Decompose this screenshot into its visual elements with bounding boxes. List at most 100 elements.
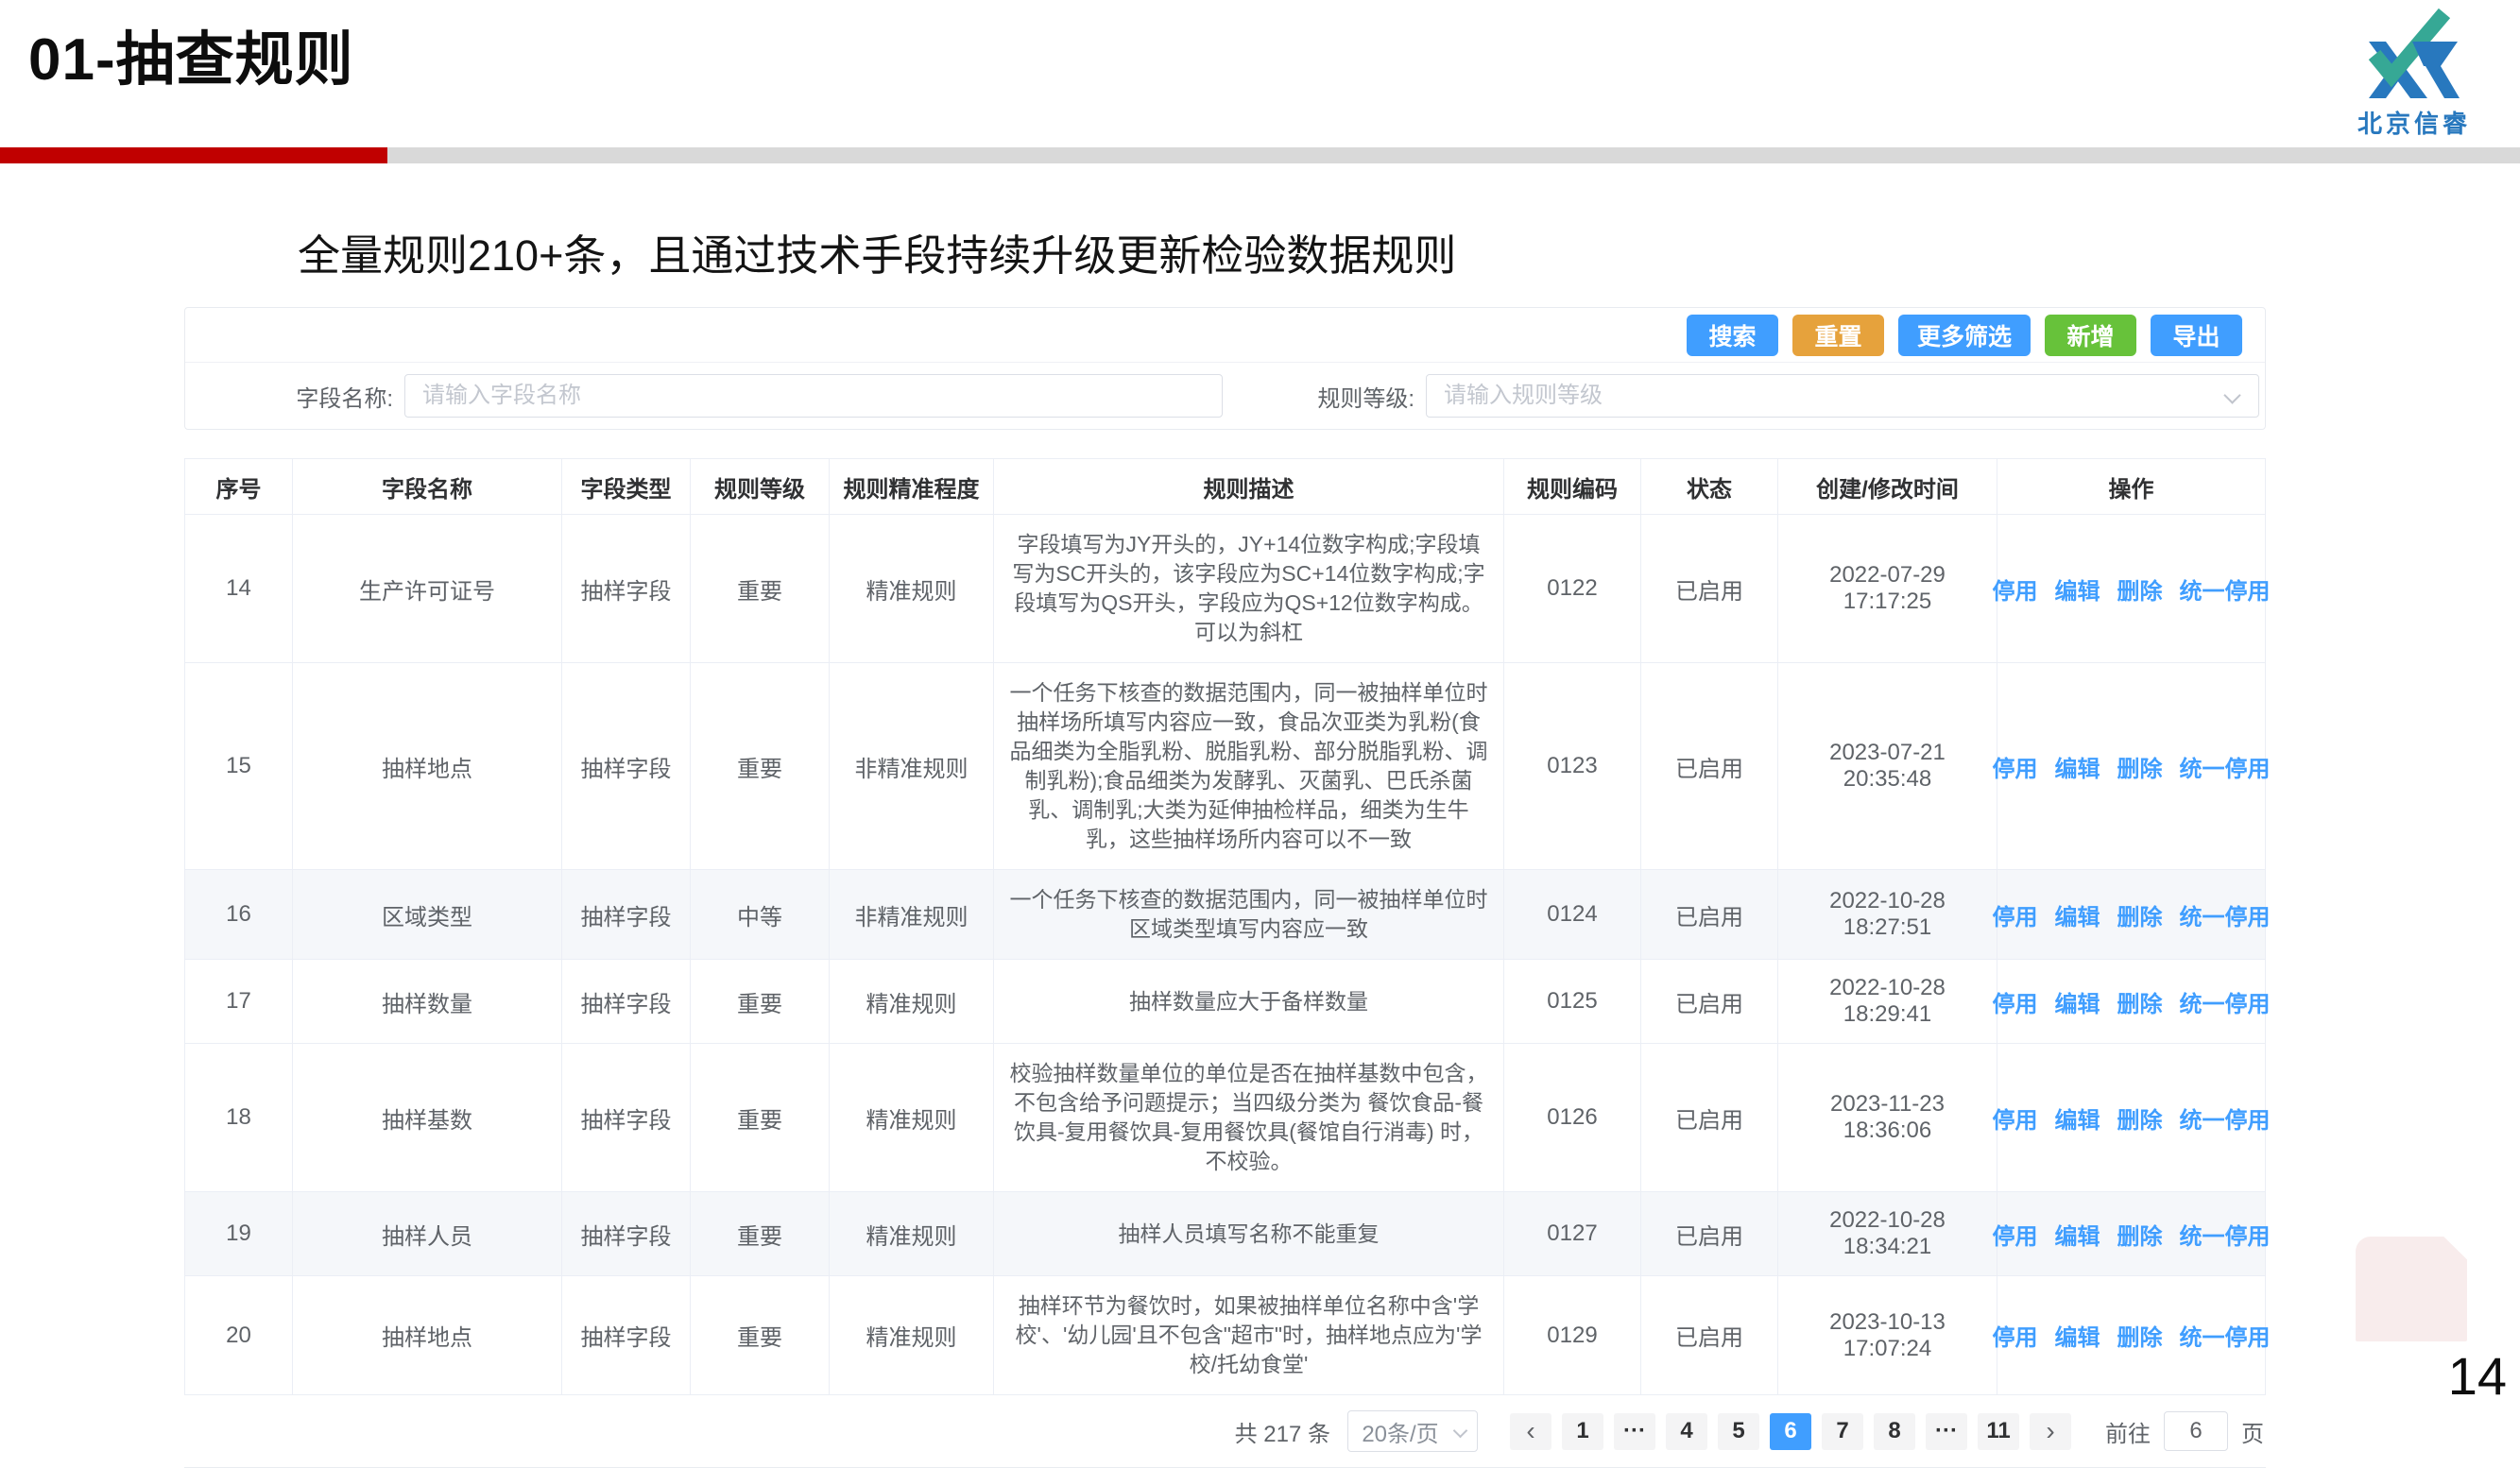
goto-page: 前往 页 bbox=[2105, 1411, 2264, 1451]
field-name-input[interactable] bbox=[404, 374, 1223, 418]
cell-precision: 精准规则 bbox=[830, 1044, 994, 1191]
page-button-8[interactable]: 8 bbox=[1874, 1413, 1915, 1450]
cell-status: 已启用 bbox=[1641, 515, 1778, 662]
rule-level-select[interactable] bbox=[1426, 374, 2259, 418]
action-delete-link[interactable]: 删除 bbox=[2117, 1218, 2163, 1251]
page-more-button[interactable]: ··· bbox=[1614, 1413, 1655, 1450]
cell-actions: 停用编辑删除统一停用 bbox=[1997, 663, 2265, 869]
cell-precision: 非精准规则 bbox=[830, 870, 994, 959]
action-edit-link[interactable]: 编辑 bbox=[2055, 985, 2100, 1018]
action-delete-link[interactable]: 删除 bbox=[2117, 898, 2163, 931]
cell-desc: 抽样数量应大于备样数量 bbox=[994, 960, 1504, 1043]
action-disable-link[interactable]: 停用 bbox=[1993, 1319, 2038, 1352]
page-button-5[interactable]: 5 bbox=[1718, 1413, 1759, 1450]
cell-code: 0122 bbox=[1504, 515, 1641, 662]
page-button-4[interactable]: 4 bbox=[1666, 1413, 1707, 1450]
action-delete-link[interactable]: 删除 bbox=[2117, 1319, 2163, 1352]
action-delete-link[interactable]: 删除 bbox=[2117, 1101, 2163, 1135]
cell-time: 2022-07-29 17:17:25 bbox=[1778, 515, 1997, 662]
action-disable-link[interactable]: 停用 bbox=[1993, 985, 2038, 1018]
next-page-button[interactable]: › bbox=[2030, 1413, 2071, 1450]
toolbar-button-4[interactable]: 新增 bbox=[2045, 315, 2136, 356]
cell-actions: 停用编辑删除统一停用 bbox=[1997, 1276, 2265, 1394]
action-disable-link[interactable]: 停用 bbox=[1993, 750, 2038, 783]
pager-pages: 1 ··· 45678 ··· 11 bbox=[1562, 1413, 2019, 1450]
cell-no: 14 bbox=[185, 515, 293, 662]
action-disable-link[interactable]: 停用 bbox=[1993, 1218, 2038, 1251]
cell-desc: 字段填写为JY开头的，JY+14位数字构成;字段填写为SC开头的，该字段应为SC… bbox=[994, 515, 1504, 662]
action-edit-link[interactable]: 编辑 bbox=[2055, 1101, 2100, 1135]
action-edit-link[interactable]: 编辑 bbox=[2055, 1218, 2100, 1251]
action-edit-link[interactable]: 编辑 bbox=[2055, 572, 2100, 606]
toolbar-button-5[interactable]: 导出 bbox=[2151, 315, 2242, 356]
toolbar-buttons: 搜索重置更多筛选新增导出 bbox=[185, 308, 2265, 363]
cell-no: 16 bbox=[185, 870, 293, 959]
cell-level: 重要 bbox=[691, 1192, 830, 1275]
page-more-button[interactable]: ··· bbox=[1926, 1413, 1967, 1450]
company-logo: 北京信睿 bbox=[2343, 8, 2485, 140]
goto-page-input[interactable] bbox=[2164, 1411, 2228, 1451]
page-button-7[interactable]: 7 bbox=[1822, 1413, 1863, 1450]
cell-type: 抽样字段 bbox=[562, 960, 691, 1043]
cell-status: 已启用 bbox=[1641, 1192, 1778, 1275]
cell-precision: 精准规则 bbox=[830, 515, 994, 662]
action-batch-disable-link[interactable]: 统一停用 bbox=[2180, 750, 2271, 783]
table-row: 17抽样数量抽样字段重要精准规则抽样数量应大于备样数量0125已启用2022-1… bbox=[185, 960, 2265, 1044]
action-disable-link[interactable]: 停用 bbox=[1993, 1101, 2038, 1135]
slide-number: 14 bbox=[2448, 1345, 2507, 1407]
cell-precision: 精准规则 bbox=[830, 1276, 994, 1394]
field-name-label: 字段名称: bbox=[284, 380, 393, 413]
cell-code: 0127 bbox=[1504, 1192, 1641, 1275]
column-header: 规则等级 bbox=[691, 459, 830, 514]
page-button-1[interactable]: 1 bbox=[1562, 1413, 1603, 1450]
cell-precision: 精准规则 bbox=[830, 960, 994, 1043]
action-batch-disable-link[interactable]: 统一停用 bbox=[2180, 1319, 2271, 1352]
cell-level: 中等 bbox=[691, 870, 830, 959]
cell-desc: 抽样环节为餐饮时，如果被抽样单位名称中含'学校'、'幼儿园'且不包含"超市"时，… bbox=[994, 1276, 1504, 1394]
action-batch-disable-link[interactable]: 统一停用 bbox=[2180, 898, 2271, 931]
table-row: 16区域类型抽样字段中等非精准规则一个任务下核查的数据范围内，同一被抽样单位时区… bbox=[185, 870, 2265, 960]
cell-desc: 校验抽样数量单位的单位是否在抽样基数中包含，不包含给予问题提示；当四级分类为 餐… bbox=[994, 1044, 1504, 1191]
column-header: 规则描述 bbox=[994, 459, 1504, 514]
cell-code: 0123 bbox=[1504, 663, 1641, 869]
table-row: 20抽样地点抽样字段重要精准规则抽样环节为餐饮时，如果被抽样单位名称中含'学校'… bbox=[185, 1276, 2265, 1394]
action-delete-link[interactable]: 删除 bbox=[2117, 750, 2163, 783]
column-header: 序号 bbox=[185, 459, 293, 514]
table-row: 15抽样地点抽样字段重要非精准规则一个任务下核查的数据范围内，同一被抽样单位时抽… bbox=[185, 663, 2265, 870]
decorative-pink-shape bbox=[2356, 1237, 2467, 1341]
action-disable-link[interactable]: 停用 bbox=[1993, 898, 2038, 931]
cell-status: 已启用 bbox=[1641, 960, 1778, 1043]
toolbar-button-3[interactable]: 更多筛选 bbox=[1898, 315, 2031, 356]
cell-actions: 停用编辑删除统一停用 bbox=[1997, 1044, 2265, 1191]
page-button-11[interactable]: 11 bbox=[1978, 1413, 2019, 1450]
cell-time: 2023-11-23 18:36:06 bbox=[1778, 1044, 1997, 1191]
toolbar-button-2[interactable]: 重置 bbox=[1792, 315, 1884, 356]
cell-type: 抽样字段 bbox=[562, 663, 691, 869]
action-delete-link[interactable]: 删除 bbox=[2117, 985, 2163, 1018]
rule-level-select-input[interactable] bbox=[1426, 374, 2259, 418]
cell-actions: 停用编辑删除统一停用 bbox=[1997, 870, 2265, 959]
cell-level: 重要 bbox=[691, 663, 830, 869]
action-batch-disable-link[interactable]: 统一停用 bbox=[2180, 985, 2271, 1018]
prev-page-button[interactable]: ‹ bbox=[1510, 1413, 1551, 1450]
cell-time: 2022-10-28 18:29:41 bbox=[1778, 960, 1997, 1043]
goto-unit: 页 bbox=[2241, 1415, 2264, 1448]
cell-field: 抽样基数 bbox=[293, 1044, 562, 1191]
cell-precision: 非精准规则 bbox=[830, 663, 994, 869]
action-edit-link[interactable]: 编辑 bbox=[2055, 898, 2100, 931]
action-edit-link[interactable]: 编辑 bbox=[2055, 1319, 2100, 1352]
action-delete-link[interactable]: 删除 bbox=[2117, 572, 2163, 606]
action-batch-disable-link[interactable]: 统一停用 bbox=[2180, 572, 2271, 606]
toolbar-button-1[interactable]: 搜索 bbox=[1687, 315, 1778, 356]
cell-precision: 精准规则 bbox=[830, 1192, 994, 1275]
column-header: 规则编码 bbox=[1504, 459, 1641, 514]
cell-code: 0125 bbox=[1504, 960, 1641, 1043]
action-disable-link[interactable]: 停用 bbox=[1993, 572, 2038, 606]
page-button-6[interactable]: 6 bbox=[1770, 1413, 1811, 1450]
cell-level: 重要 bbox=[691, 1044, 830, 1191]
slide-subtitle: 全量规则210+条，且通过技术手段持续升级更新检验数据规则 bbox=[298, 221, 1456, 282]
action-batch-disable-link[interactable]: 统一停用 bbox=[2180, 1101, 2271, 1135]
action-batch-disable-link[interactable]: 统一停用 bbox=[2180, 1218, 2271, 1251]
action-edit-link[interactable]: 编辑 bbox=[2055, 750, 2100, 783]
cell-field: 抽样地点 bbox=[293, 663, 562, 869]
